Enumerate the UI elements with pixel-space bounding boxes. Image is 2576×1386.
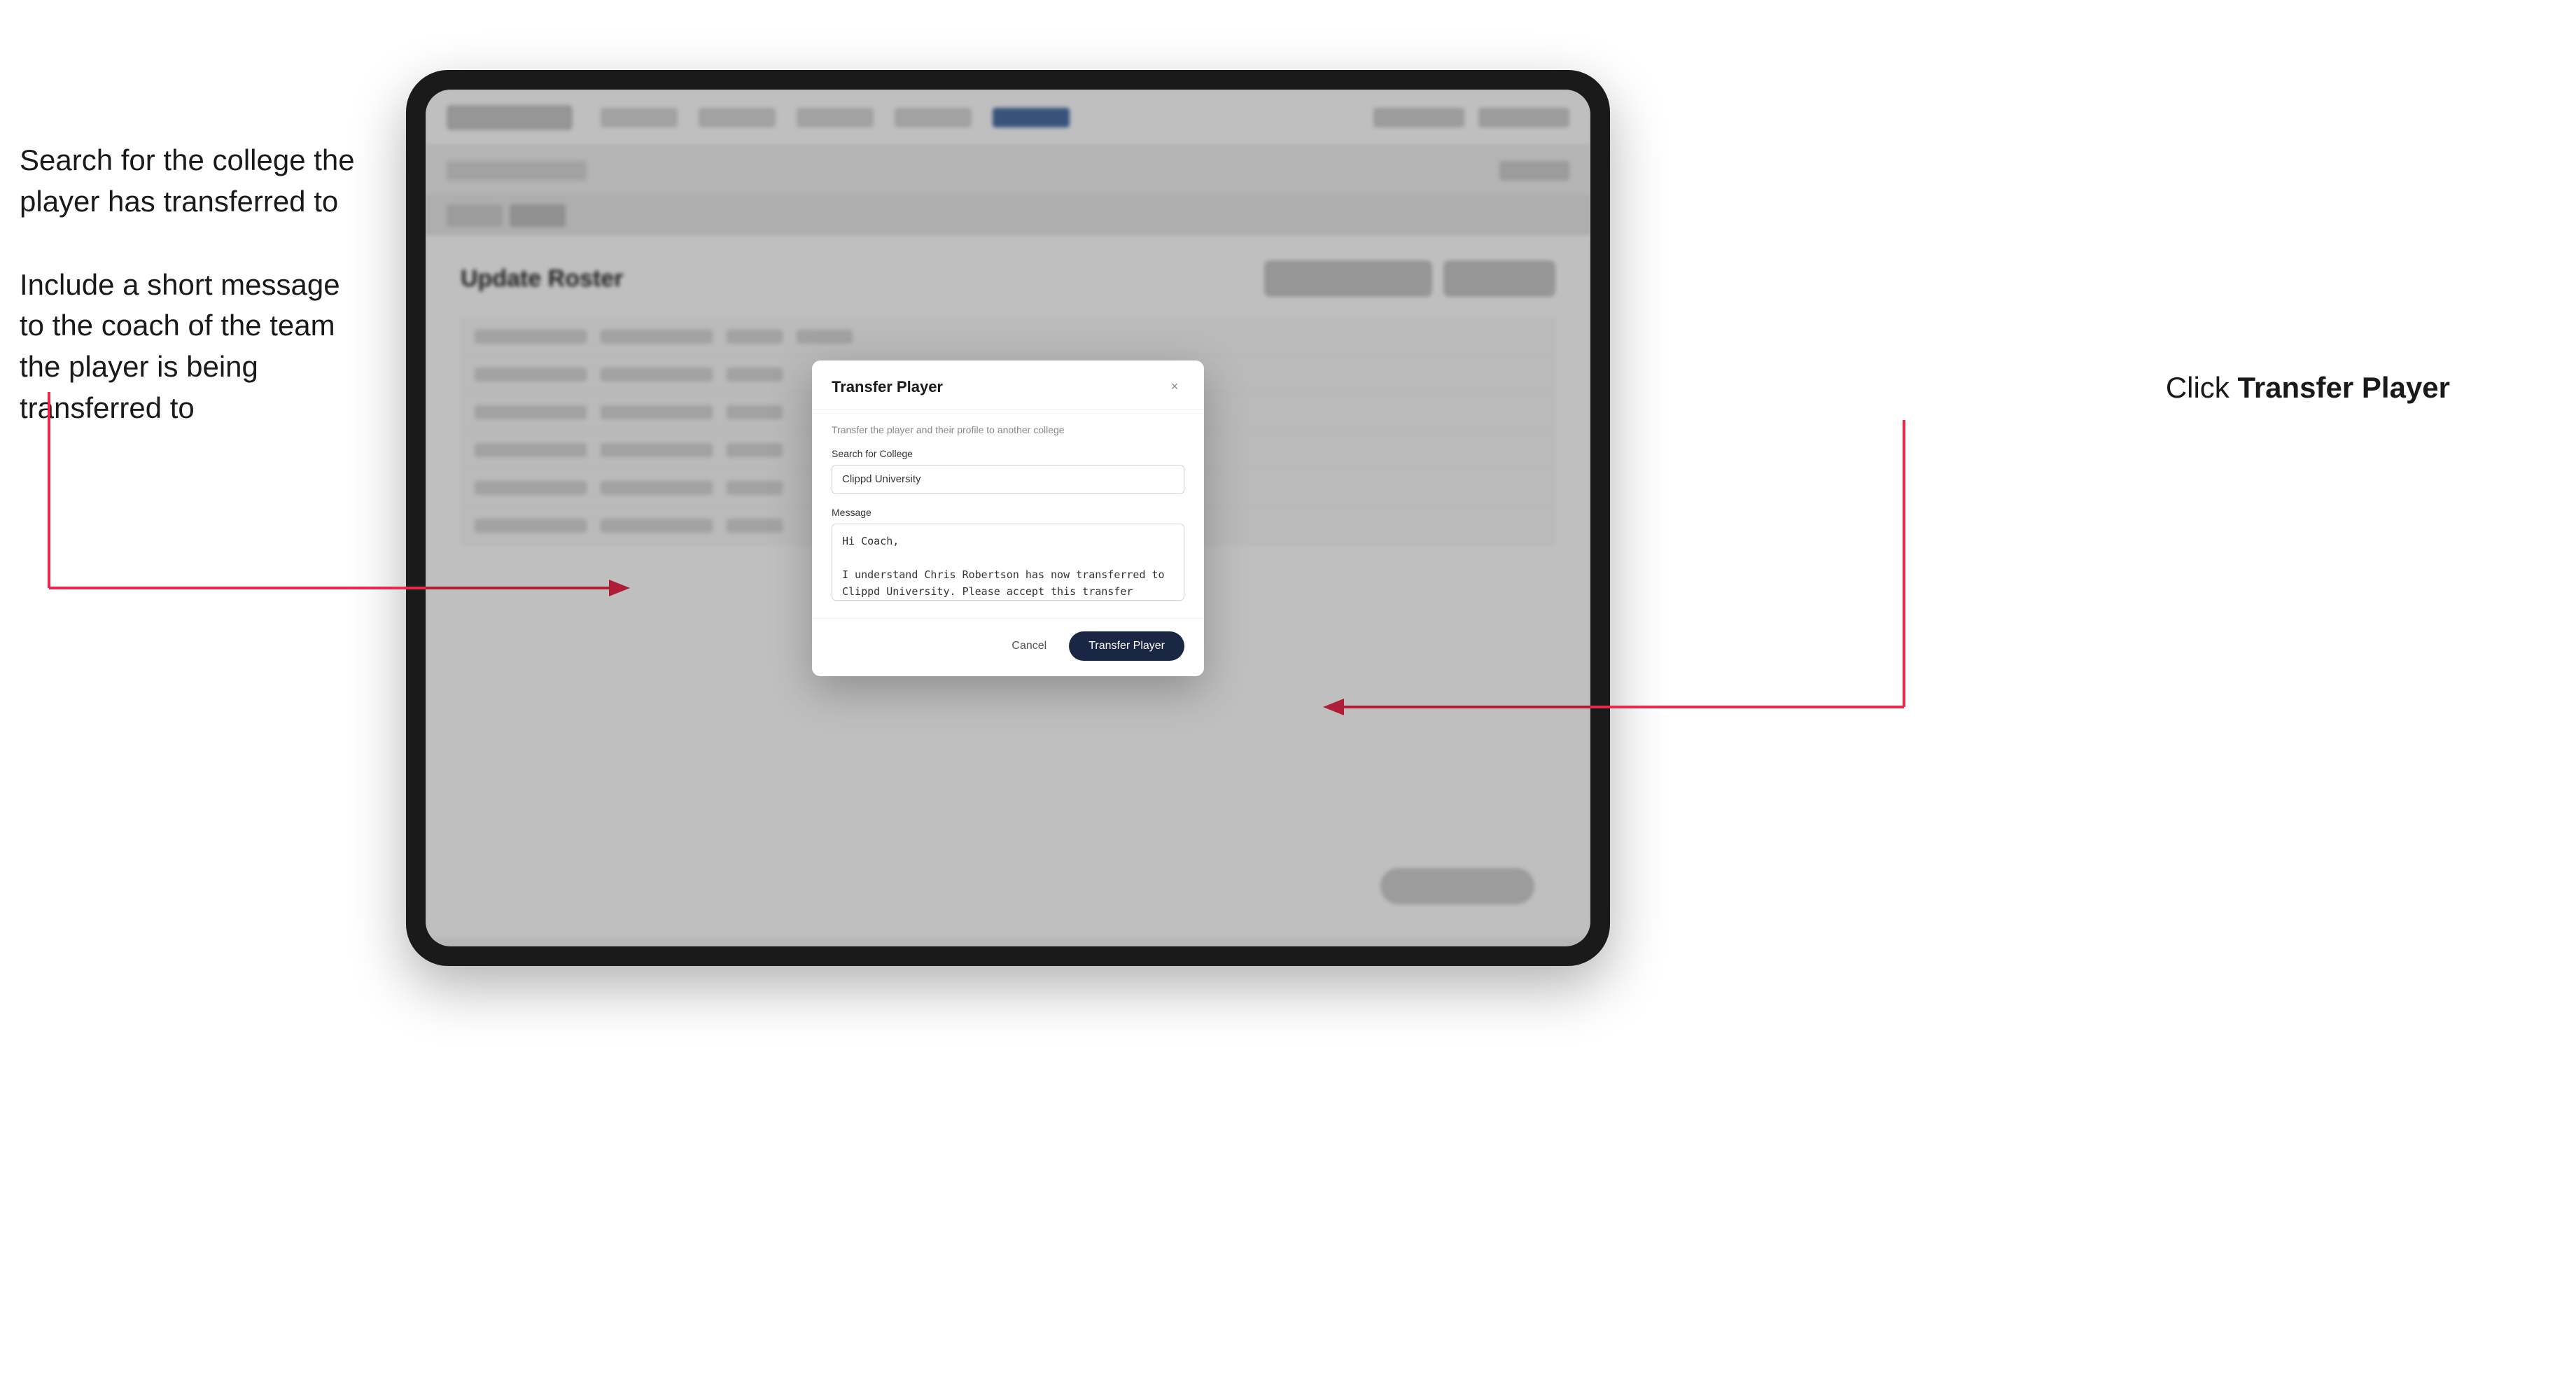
modal-body: Transfer the player and their profile to… (812, 410, 1204, 618)
annotation-left: Search for the college the player has tr… (20, 140, 384, 471)
modal-overlay: Transfer Player × Transfer the player an… (426, 90, 1590, 946)
college-search-input[interactable] (832, 465, 1184, 494)
modal-title: Transfer Player (832, 378, 943, 396)
transfer-player-modal: Transfer Player × Transfer the player an… (812, 360, 1204, 676)
modal-footer: Cancel Transfer Player (812, 618, 1204, 676)
message-textarea[interactable]: Hi Coach, I understand Chris Robertson h… (832, 524, 1184, 601)
modal-header: Transfer Player × (812, 360, 1204, 410)
transfer-player-button[interactable]: Transfer Player (1069, 631, 1184, 661)
tablet-screen: Update Roster (426, 90, 1590, 946)
annotation-text-1: Search for the college the player has tr… (20, 140, 384, 223)
message-label: Message (832, 507, 1184, 518)
modal-subtitle: Transfer the player and their profile to… (832, 424, 1184, 435)
cancel-button[interactable]: Cancel (1000, 633, 1058, 659)
annotation-text-2: Include a short message to the coach of … (20, 265, 384, 429)
annotation-right: Click Transfer Player (2166, 371, 2450, 405)
tablet-device: Update Roster (406, 70, 1610, 966)
modal-close-button[interactable]: × (1165, 377, 1184, 397)
college-label: Search for College (832, 448, 1184, 459)
